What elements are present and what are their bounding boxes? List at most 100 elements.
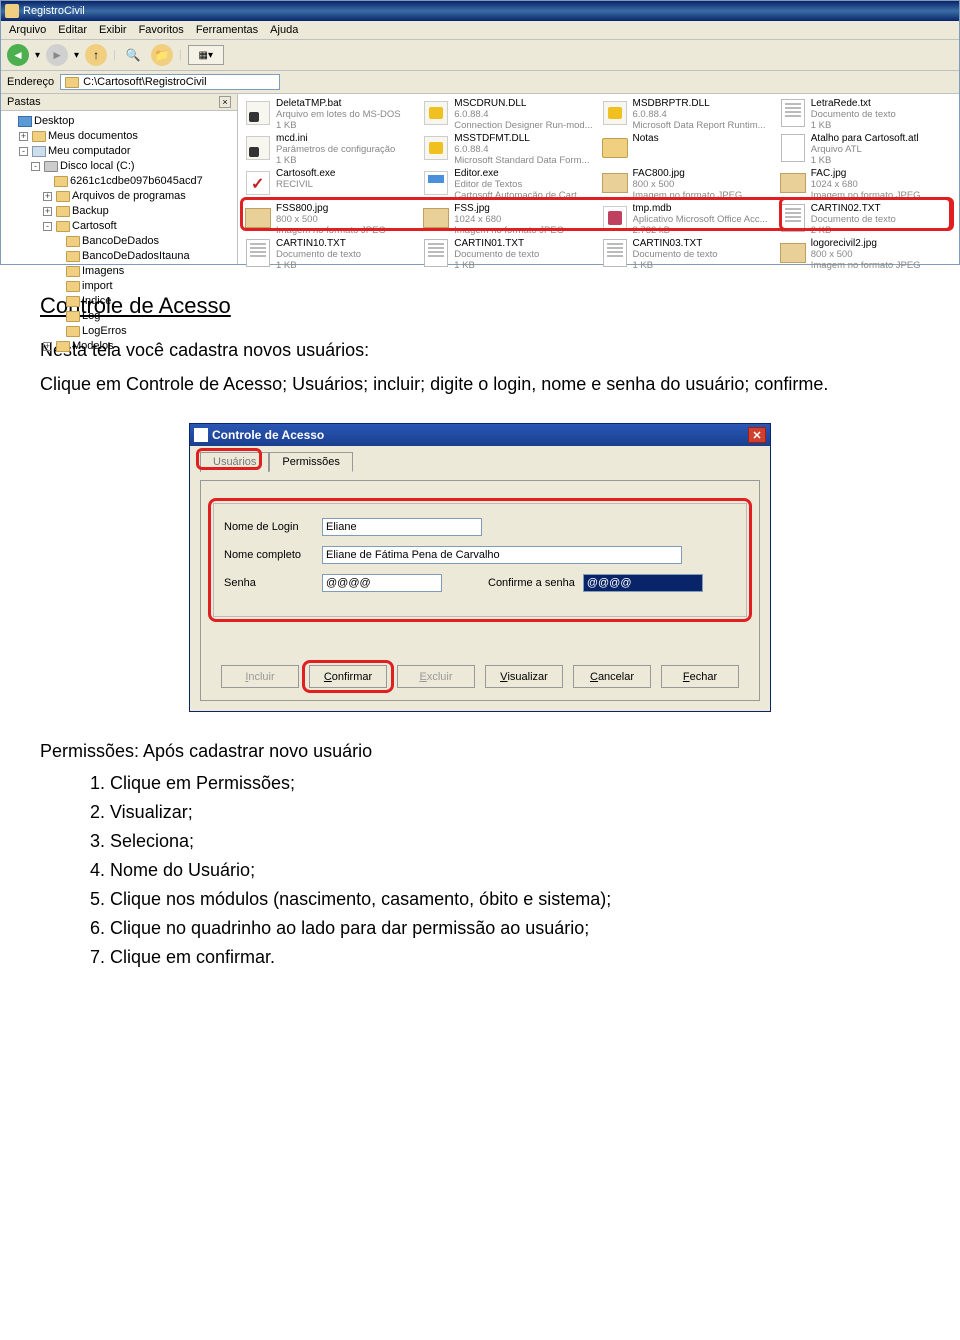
label-login: Nome de Login	[224, 521, 314, 533]
user-form-group: Nome de Login Nome completo Senha Confir…	[213, 503, 747, 617]
tree-item[interactable]: BancoDeDados	[5, 234, 233, 249]
step-item: Seleciona;	[110, 828, 920, 855]
permissions-heading: Permissões: Após cadastrar novo usuário	[40, 738, 920, 764]
menu-exibir[interactable]: Exibir	[99, 24, 127, 36]
back-button[interactable]: ◄	[7, 44, 29, 66]
tree-item[interactable]: +Meus documentos	[5, 129, 233, 144]
dialog-close-button[interactable]: ✕	[748, 427, 766, 443]
file-item[interactable]: Notas	[601, 133, 775, 166]
txt-icon	[781, 204, 805, 232]
dll-icon	[424, 136, 448, 160]
toolbar: ◄ ▾ ► ▾ ↑ | 🔍 📁 | ▦▾	[1, 40, 959, 71]
permissions-steps: Clique em Permissões;Visualizar;Selecion…	[40, 770, 920, 971]
input-confirm-senha[interactable]: @@@@	[583, 574, 703, 592]
tab-usuarios[interactable]: Usuários	[200, 452, 269, 472]
dll-icon	[603, 101, 627, 125]
paragraph-steps: Clique em Controle de Acesso; Usuários; …	[40, 371, 920, 397]
dialog-icon: ✱	[194, 428, 208, 442]
file-item[interactable]: MSCDRUN.DLL6.0.88.4Connection Designer R…	[422, 98, 596, 131]
confirmar-button[interactable]: Confirmar	[309, 665, 387, 688]
tree-item[interactable]: +Arquivos de programas	[5, 189, 233, 204]
menu-editar[interactable]: Editar	[58, 24, 87, 36]
jpg-icon	[602, 173, 628, 193]
file-item[interactable]: MSSTDFMT.DLL6.0.88.4Microsoft Standard D…	[422, 133, 596, 166]
file-item[interactable]: Cartosoft.exeRECIVIL	[244, 168, 418, 201]
bat-icon	[246, 101, 270, 125]
file-item[interactable]: mcd.iniParâmetros de configuração1 KB	[244, 133, 418, 166]
window-title: RegistroCivil	[23, 5, 85, 17]
menu-ferramentas[interactable]: Ferramentas	[196, 24, 258, 36]
tree-item[interactable]: -Cartosoft	[5, 219, 233, 234]
folder-tree[interactable]: Desktop+Meus documentos-Meu computador-D…	[1, 111, 237, 357]
file-item[interactable]: CARTIN02.TXTDocumento de texto2 KB	[779, 203, 953, 236]
tree-item[interactable]: Imagens	[5, 264, 233, 279]
dialog-button-bar: IIncluirncluir Confirmar Excluir Visuali…	[209, 657, 751, 692]
tab-permissoes[interactable]: Permissões	[269, 452, 352, 472]
views-button[interactable]: ▦▾	[188, 45, 224, 65]
dialog-tabs: Usuários Permissões	[200, 452, 760, 472]
file-item[interactable]: FAC.jpg1024 x 680Imagem no formato JPEG	[779, 168, 953, 201]
file-item[interactable]: LetraRede.txtDocumento de texto1 KB	[779, 98, 953, 131]
label-nome: Nome completo	[224, 549, 314, 561]
file-item[interactable]: tmp.mdbAplicativo Microsoft Office Acc..…	[601, 203, 775, 236]
pastas-label: Pastas	[7, 96, 41, 108]
input-nome[interactable]	[322, 546, 682, 564]
menu-arquivo[interactable]: Arquivo	[9, 24, 46, 36]
tab-panel: Nome de Login Nome completo Senha Confir…	[200, 480, 760, 701]
folder-icon	[5, 4, 19, 18]
folders-pane: Pastas × Desktop+Meus documentos-Meu com…	[1, 94, 238, 264]
txt-icon	[781, 99, 805, 127]
file-item[interactable]: Atalho para Cartosoft.atlArquivo ATL1 KB	[779, 133, 953, 166]
tree-item[interactable]: import	[5, 279, 233, 294]
explorer-titlebar: RegistroCivil	[1, 1, 959, 21]
input-senha[interactable]	[322, 574, 442, 592]
fechar-button[interactable]: Fechar	[661, 665, 739, 688]
txt-icon	[603, 239, 627, 267]
step-item: Visualizar;	[110, 799, 920, 826]
input-login[interactable]	[322, 518, 482, 536]
file-item[interactable]: logorecivil2.jpg800 x 500Imagem no forma…	[779, 238, 953, 271]
tree-item[interactable]: Indice	[5, 294, 233, 309]
excluir-button: Excluir	[397, 665, 475, 688]
tree-item[interactable]: -Meu computador	[5, 144, 233, 159]
tree-item[interactable]: BancoDeDadosItauna	[5, 249, 233, 264]
folder-icon	[602, 138, 628, 158]
tree-item[interactable]: 6261c1cdbe097b6045acd7	[5, 174, 233, 189]
file-item[interactable]: CARTIN03.TXTDocumento de texto1 KB	[601, 238, 775, 271]
jpg-icon	[780, 173, 806, 193]
file-item[interactable]: FSS.jpg1024 x 680Imagem no formato JPEG	[422, 203, 596, 236]
menu-ajuda[interactable]: Ajuda	[270, 24, 298, 36]
search-button[interactable]: 🔍	[122, 44, 145, 66]
tree-item[interactable]: Desktop	[5, 114, 233, 129]
menu-favoritos[interactable]: Favoritos	[139, 24, 184, 36]
file-item[interactable]: CARTIN10.TXTDocumento de texto1 KB	[244, 238, 418, 271]
jpg-icon	[245, 208, 271, 228]
file-item[interactable]: CARTIN01.TXTDocumento de texto1 KB	[422, 238, 596, 271]
tree-item[interactable]: -Disco local (C:)	[5, 159, 233, 174]
up-button[interactable]: ↑	[85, 44, 107, 66]
file-item[interactable]: MSDBRPTR.DLL6.0.88.4Microsoft Data Repor…	[601, 98, 775, 131]
tree-item[interactable]: +Backup	[5, 204, 233, 219]
files-pane[interactable]: DeletaTMP.batArquivo em lotes do MS-DOS1…	[238, 94, 959, 264]
visualizar-button[interactable]: Visualizar	[485, 665, 563, 688]
txt-icon	[424, 239, 448, 267]
cancelar-button[interactable]: Cancelar	[573, 665, 651, 688]
file-item[interactable]: FAC800.jpg800 x 500Imagem no formato JPE…	[601, 168, 775, 201]
file-item[interactable]: DeletaTMP.batArquivo em lotes do MS-DOS1…	[244, 98, 418, 131]
folders-button[interactable]: 📁	[151, 44, 173, 66]
exe2-icon	[424, 171, 448, 195]
mdb-icon	[603, 206, 627, 230]
jpg-icon	[780, 243, 806, 263]
address-label: Endereço	[7, 76, 54, 88]
close-pane-button[interactable]: ×	[219, 96, 231, 108]
step-item: Clique no quadrinho ao lado para dar per…	[110, 915, 920, 942]
forward-button: ►	[46, 44, 68, 66]
tree-item[interactable]: Log	[5, 309, 233, 324]
address-input[interactable]: C:\Cartosoft\RegistroCivil	[60, 74, 280, 90]
document-body: Controle de Acesso Nesta tela você cadas…	[0, 265, 960, 983]
file-item[interactable]: Editor.exeEditor de TextosCartosoft Auto…	[422, 168, 596, 201]
tree-item[interactable]: +Modelos	[5, 339, 233, 354]
file-item[interactable]: FSS800.jpg800 x 500Imagem no formato JPE…	[244, 203, 418, 236]
tree-item[interactable]: LogErros	[5, 324, 233, 339]
dialog-titlebar: ✱ Controle de Acesso ✕	[190, 424, 770, 446]
